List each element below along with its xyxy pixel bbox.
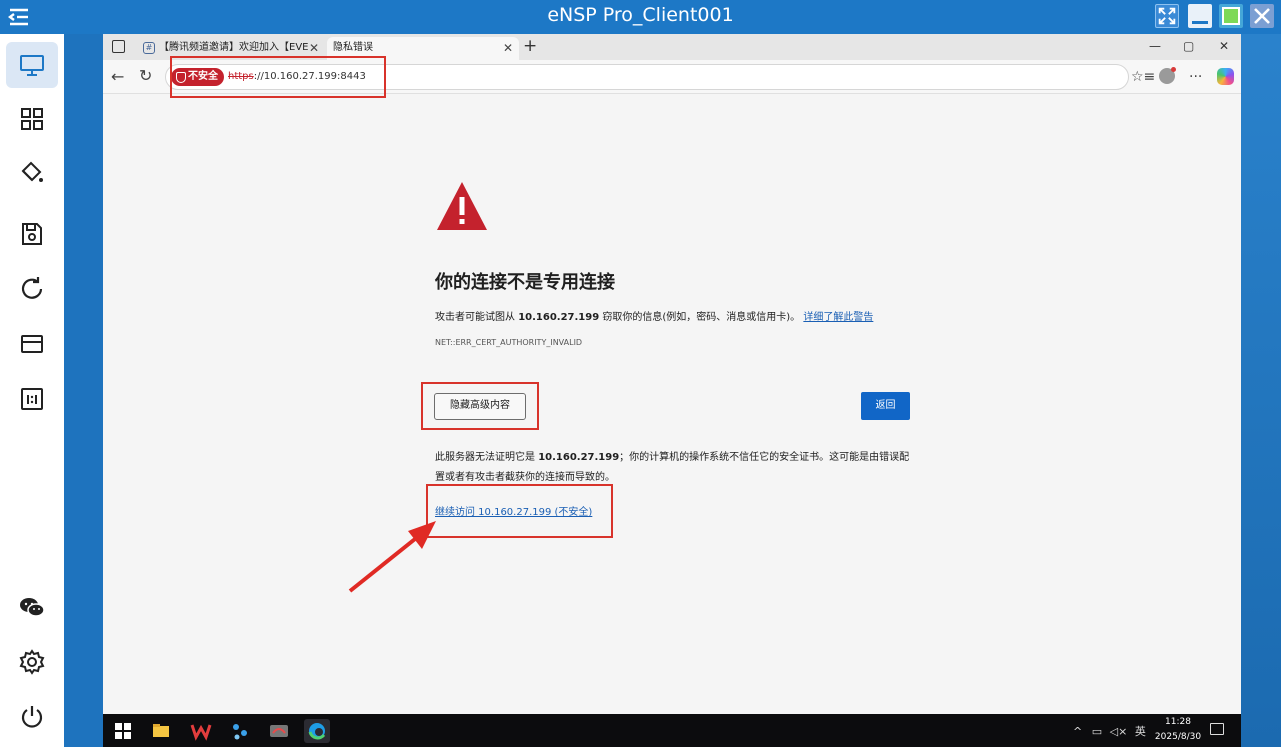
favorites-icon[interactable]: ☆≡ bbox=[1131, 69, 1155, 85]
paint-bucket-icon[interactable] bbox=[6, 150, 58, 196]
page-heading: 你的连接不是专用连接 bbox=[435, 272, 615, 293]
tab-label: 【腾讯频道邀请】欢迎加入【EVE bbox=[159, 42, 309, 53]
ratio-icon[interactable] bbox=[6, 376, 58, 422]
desktop-edge bbox=[1241, 34, 1281, 747]
client-titlebar: eNSP Pro_Client001 bbox=[0, 0, 1281, 34]
save-icon[interactable] bbox=[6, 211, 58, 257]
warning-triangle-icon bbox=[437, 182, 487, 230]
hash-icon: # bbox=[143, 42, 155, 54]
close-tab-icon[interactable]: ✕ bbox=[503, 37, 513, 59]
maximize-button[interactable] bbox=[1219, 4, 1243, 28]
power-icon[interactable] bbox=[6, 694, 58, 740]
advanced-prefix: 此服务器无法证明它是 bbox=[435, 452, 535, 463]
ensp-app-icon[interactable] bbox=[266, 719, 292, 743]
clock-time[interactable]: 11:28 bbox=[1156, 717, 1200, 727]
minimize-browser-button[interactable]: — bbox=[1149, 39, 1161, 53]
close-browser-button[interactable]: ✕ bbox=[1219, 39, 1229, 53]
desc-host: 10.160.27.199 bbox=[518, 312, 600, 323]
back-button[interactable]: 返回 bbox=[861, 392, 910, 420]
clock-date[interactable]: 2025/8/30 bbox=[1148, 732, 1208, 742]
tab-label: 隐私错误 bbox=[333, 42, 373, 53]
desc-prefix: 攻击者可能试图从 bbox=[435, 312, 515, 323]
chevron-up-icon[interactable]: ^ bbox=[1073, 725, 1082, 738]
desc-suffix: 窃取你的信息(例如，密码、消息或信用卡)。 bbox=[602, 312, 801, 323]
restore-browser-button[interactable]: ▢ bbox=[1183, 39, 1194, 53]
minimize-button[interactable] bbox=[1188, 4, 1212, 28]
monitor-icon[interactable] bbox=[6, 42, 58, 88]
window-title: eNSP Pro_Client001 bbox=[547, 4, 734, 26]
wechat-icon[interactable] bbox=[6, 584, 58, 630]
system-tray: ^ ▭ ◁× 英 bbox=[1073, 723, 1146, 739]
network-app-icon[interactable] bbox=[227, 719, 253, 743]
refresh-icon[interactable] bbox=[6, 266, 58, 312]
advanced-host: 10.160.27.199 bbox=[538, 452, 620, 463]
hide-advanced-button[interactable]: 隐藏高级内容 bbox=[434, 393, 526, 420]
proceed-unsafe-link[interactable]: 继续访问 10.160.27.199 (不安全) bbox=[435, 503, 592, 518]
back-arrow-icon[interactable]: ← bbox=[111, 67, 124, 86]
annotation-box-url bbox=[170, 56, 386, 98]
browser-window: # 【腾讯频道邀请】欢迎加入【EVE ✕ 隐私错误 ✕ + — ▢ ✕ ← ↻ … bbox=[103, 34, 1241, 714]
learn-more-link[interactable]: 详细了解此警告 bbox=[803, 312, 873, 323]
reload-icon[interactable]: ↻ bbox=[139, 66, 152, 85]
notification-dot bbox=[1171, 67, 1176, 72]
grid-icon[interactable] bbox=[6, 96, 58, 142]
volume-icon[interactable]: ◁× bbox=[1110, 725, 1128, 738]
network-icon[interactable]: ▭ bbox=[1092, 725, 1102, 738]
sidebar bbox=[0, 34, 64, 747]
file-explorer-icon[interactable] bbox=[148, 719, 174, 743]
tab-actions-icon[interactable] bbox=[112, 40, 125, 53]
settings-icon[interactable] bbox=[6, 639, 58, 685]
edge-browser-icon[interactable] bbox=[304, 719, 330, 743]
close-button[interactable] bbox=[1250, 4, 1274, 28]
advanced-details: 此服务器无法证明它是 10.160.27.199；你的计算机的操作系统不信任它的… bbox=[435, 448, 915, 488]
notification-icon[interactable] bbox=[1210, 723, 1224, 735]
wps-icon[interactable] bbox=[188, 719, 214, 743]
windows-taskbar: ^ ▭ ◁× 英 11:28 2025/8/30 bbox=[103, 714, 1241, 747]
ime-indicator[interactable]: 英 bbox=[1135, 725, 1146, 738]
error-code: NET::ERR_CERT_AUTHORITY_INVALID bbox=[435, 338, 583, 347]
warning-description: 攻击者可能试图从 10.160.27.199 窃取你的信息(例如，密码、消息或信… bbox=[435, 308, 873, 323]
more-options-icon[interactable]: ··· bbox=[1189, 69, 1202, 85]
copilot-icon[interactable] bbox=[1217, 68, 1234, 85]
fullscreen-button[interactable] bbox=[1155, 4, 1179, 28]
windows-start-icon[interactable] bbox=[115, 723, 131, 739]
annotation-arrow bbox=[348, 521, 436, 593]
new-tab-button[interactable]: + bbox=[523, 36, 537, 56]
card-icon[interactable] bbox=[6, 321, 58, 367]
